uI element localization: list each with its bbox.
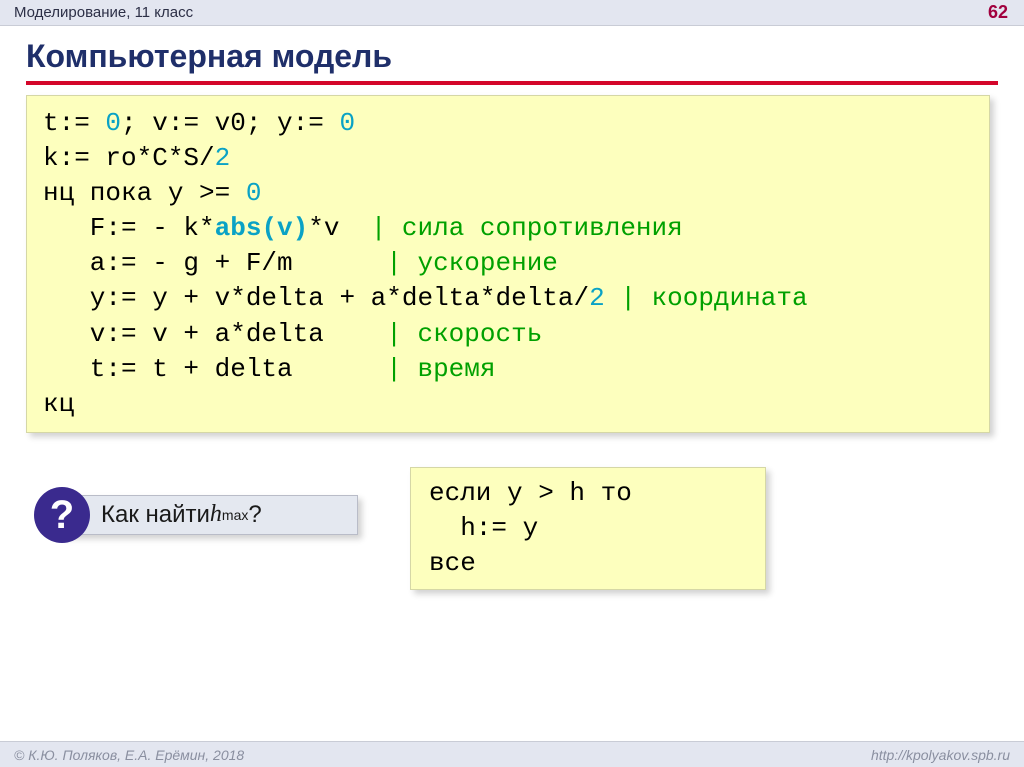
code-line-4: F:= - k*abs(v)*v | сила сопротивления — [43, 213, 683, 243]
code-line-1: t:= 0; v:= v0; y:= 0 — [43, 108, 355, 138]
main-code-block: t:= 0; v:= v0; y:= 0 k:= ro*C*S/2 нц пок… — [26, 95, 990, 433]
footer-url: http://kpolyakov.spb.ru — [871, 747, 1010, 763]
code-line-8: t:= t + delta | время — [43, 354, 495, 384]
slide-content: Компьютерная модель t:= 0; v:= v0; y:= 0… — [0, 26, 1024, 590]
code-line-5: a:= - g + F/m | ускорение — [43, 248, 558, 278]
code-line-3: нц пока y >= 0 — [43, 178, 261, 208]
code-line-6: y:= y + v*delta + a*delta*delta/2 | коор… — [43, 283, 808, 313]
small-code-line-2: h:= y — [429, 513, 538, 543]
header-subject: Моделирование, 11 класс — [14, 4, 193, 21]
small-code-block: если y > h то h:= y все — [410, 467, 766, 590]
footer-bar: © К.Ю. Поляков, Е.А. Ерёмин, 2018 http:/… — [0, 741, 1024, 767]
question-box: ? Как найти hmax? — [60, 495, 358, 535]
question-mark-icon: ? — [34, 487, 90, 543]
code-line-9: кц — [43, 389, 74, 419]
code-line-7: v:= v + a*delta | скорость — [43, 319, 542, 349]
page-number: 62 — [988, 2, 1008, 23]
small-code-line-1: если y > h то — [429, 478, 632, 508]
footer-copyright: © К.Ю. Поляков, Е.А. Ерёмин, 2018 — [14, 747, 244, 763]
small-code-line-3: все — [429, 548, 476, 578]
row-below: ? Как найти hmax? если y > h то h:= y вс… — [26, 467, 998, 590]
page-title: Компьютерная модель — [26, 38, 998, 75]
question-text: Как найти hmax? — [60, 495, 358, 535]
code-line-2: k:= ro*C*S/2 — [43, 143, 230, 173]
header-bar: Моделирование, 11 класс 62 — [0, 0, 1024, 26]
title-underline — [26, 81, 998, 85]
